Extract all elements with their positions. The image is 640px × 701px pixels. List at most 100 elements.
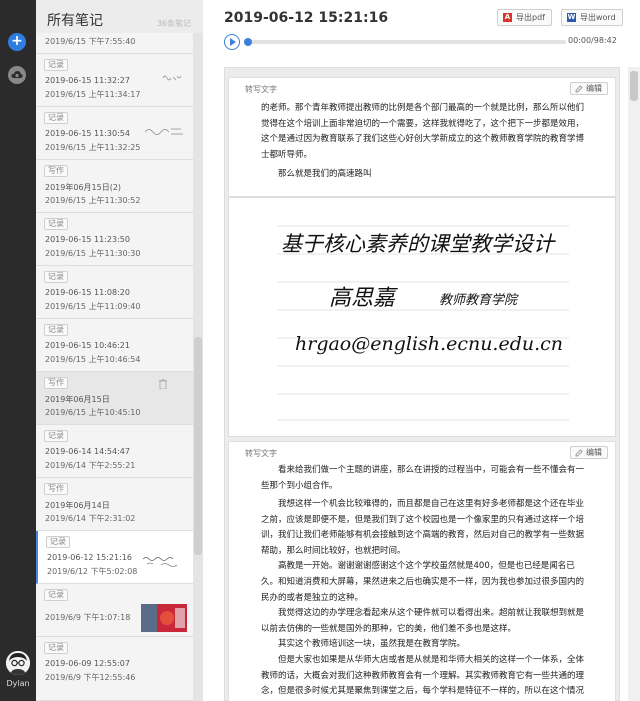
transcript-label: 转写文字 [245, 449, 277, 458]
note-type-tag: 记录 [46, 536, 70, 548]
note-modified-time: 2019/6/9 下午12:55:46 [45, 673, 136, 682]
note-modified-time: 2019/6/15 下午7:55:40 [45, 37, 136, 46]
note-type-tag: 记录 [44, 589, 68, 601]
content-scrollbar[interactable] [628, 67, 640, 701]
note-item[interactable]: 写作 2019年06月14日 2019/6/14 下午2:31:02 [36, 478, 193, 531]
note-modified-time: 2019/6/15 上午11:34:17 [45, 90, 141, 99]
transcript-card: 转写文字 编辑 看来给我们做一个主题的讲座，那么在讲授的过程当中，可能会有一些不… [228, 441, 616, 701]
export-word-label: 导出word [580, 13, 616, 22]
note-type-tag: 记录 [44, 59, 68, 71]
export-pdf-button[interactable]: A 导出pdf [497, 9, 552, 26]
note-modified-time: 2019/6/15 上午11:09:40 [45, 302, 141, 311]
content-scrollbar-thumb[interactable] [630, 71, 638, 101]
transcript-paragraph: 但是大家也如果是从华师大店或者是从就是和华师大相关的这样一个一体系，全体教师的话… [261, 655, 585, 696]
note-thumbnail [144, 128, 183, 135]
note-modified-time: 2019/6/9 下午1:07:18 [45, 613, 131, 622]
audio-time: 00:00/98:42 [568, 36, 617, 45]
note-content: 转写文字 编辑 的老师。那个青年教师提出教师的比例是各个部门最高的一个就是比例，… [224, 67, 620, 701]
note-item[interactable]: 写作 2019年06月15日(2) 2019/6/15 上午11:30:52 [36, 160, 193, 213]
note-type-tag: 记录 [44, 271, 68, 283]
note-type-tag: 写作 [44, 483, 68, 495]
note-detail: 2019-06-12 15:21:16 A 导出pdf W 导出word 00:… [203, 0, 640, 701]
note-item[interactable]: 写作 2019年06月15日 2019/6/15 上午10:45:10 [36, 372, 193, 425]
note-item[interactable]: 记录 2019-06-09 12:55:07 2019/6/9 下午12:55:… [36, 637, 193, 701]
note-item[interactable]: 记录 2019-06-15 11:32:27 2019/6/15 上午11:34… [36, 54, 193, 107]
left-rail: + Dylan [0, 0, 36, 701]
play-button[interactable] [224, 34, 240, 50]
handwriting-card: 基于核心素养的课堂教学设计 高思嘉 教师教育学院 hrgao@english.e… [228, 197, 616, 437]
word-icon: W [567, 13, 576, 22]
user-avatar[interactable] [6, 651, 30, 675]
note-thumbnail [162, 75, 182, 81]
edit-button[interactable]: 编辑 [570, 82, 608, 95]
edit-label: 编辑 [586, 84, 602, 93]
note-count: 36条笔记 [156, 19, 191, 28]
export-word-button[interactable]: W 导出word [561, 9, 623, 26]
note-item-selected[interactable]: 记录 2019-06-12 15:21:16 2019/6/12 下午5:02:… [36, 531, 193, 584]
note-title: 2019-06-15 11:32:27 [45, 76, 130, 85]
note-photo-thumbnail [141, 604, 187, 632]
audio-progress-bar[interactable] [244, 38, 566, 46]
note-list-scrollbar-thumb[interactable] [194, 337, 202, 555]
cloud-sync-icon[interactable] [8, 66, 26, 84]
note-title: 2019-06-14 14:54:47 [45, 447, 130, 456]
edit-icon [575, 449, 583, 457]
note-type-tag: 记录 [44, 430, 68, 442]
note-item[interactable]: 记录 2019-06-15 11:08:20 2019/6/15 上午11:09… [36, 266, 193, 319]
audio-progress-knob[interactable] [244, 38, 252, 46]
note-datetime: 2019-06-12 15:21:16 [224, 10, 389, 26]
note-modified-time: 2019/6/15 上午10:45:10 [45, 408, 141, 417]
edit-icon [575, 85, 583, 93]
note-list-panel: 所有笔记 36条笔记 2019/6/15 下午7:55:40 记录 2019-0… [36, 0, 203, 701]
add-note-icon[interactable]: + [8, 33, 26, 51]
handwriting-line: 教师教育学院 [439, 292, 519, 308]
transcript-paragraph: 其实这个教师培训这一块，虽然我是在教育学院。 [278, 639, 466, 649]
note-title: 2019-06-12 15:21:16 [47, 553, 132, 562]
note-title: 2019年06月14日 [45, 501, 110, 510]
note-modified-time: 2019/6/15 上午11:30:52 [45, 196, 141, 205]
transcript-paragraph: 的老师。那个青年教师提出教师的比例是各个部门最高的一个就是比例，那么所以他们觉得… [261, 103, 585, 160]
handwriting-line: 基于核心素养的课堂教学设计 [281, 232, 556, 256]
note-thumbnail [142, 557, 178, 567]
edit-label: 编辑 [586, 448, 602, 457]
note-item[interactable]: 记录 2019/6/9 下午1:07:18 [36, 584, 193, 637]
handwriting-line: hrgao@english.ecnu.edu.cn [295, 333, 563, 355]
note-type-tag: 写作 [44, 165, 68, 177]
note-title: 2019-06-15 11:23:50 [45, 235, 130, 244]
note-modified-time: 2019/6/15 上午11:32:25 [45, 143, 141, 152]
note-title: 2019-06-09 12:55:07 [45, 659, 130, 668]
list-title: 所有笔记 [47, 13, 103, 29]
note-title: 2019年06月15日(2) [45, 183, 122, 192]
transcript-paragraph: 看来给我们做一个主题的讲座，那么在讲授的过程当中，可能会有一些不懂会有一些那个到… [261, 465, 585, 491]
transcript-paragraph: 我觉得这边的办学理念看起来从这个硬件就可以看得出来。超前就让我联想到就是以前去仿… [261, 608, 585, 634]
note-item-partial[interactable]: 2019/6/15 下午7:55:40 [36, 33, 193, 54]
handwriting-canvas: 基于核心素养的课堂教学设计 高思嘉 教师教育学院 hrgao@english.e… [277, 225, 569, 421]
note-modified-time: 2019/6/12 下午5:02:08 [47, 567, 138, 576]
trash-icon[interactable] [159, 379, 167, 389]
note-modified-time: 2019/6/15 上午11:30:30 [45, 249, 141, 258]
transcript-card: 转写文字 编辑 的老师。那个青年教师提出教师的比例是各个部门最高的一个就是比例，… [228, 77, 616, 197]
note-item[interactable]: 记录 2019-06-15 11:30:54 2019/6/15 上午11:32… [36, 107, 193, 160]
handwriting-line: 高思嘉 [329, 286, 398, 311]
note-modified-time: 2019/6/14 下午2:31:02 [45, 514, 136, 523]
note-item[interactable]: 记录 2019-06-14 14:54:47 2019/6/14 下午2:55:… [36, 425, 193, 478]
note-type-tag: 写作 [44, 377, 68, 389]
transcript-paragraph: 那么就是我们的高速路叫 [278, 169, 372, 179]
note-title: 2019-06-15 11:08:20 [45, 288, 130, 297]
note-type-tag: 记录 [44, 324, 68, 336]
audio-player: 00:00/98:42 [224, 34, 619, 50]
edit-button[interactable]: 编辑 [570, 446, 608, 459]
pdf-icon: A [503, 13, 512, 22]
note-title: 2019-06-15 10:46:21 [45, 341, 130, 350]
note-modified-time: 2019/6/15 上午10:46:54 [45, 355, 141, 364]
note-modified-time: 2019/6/14 下午2:55:21 [45, 461, 136, 470]
note-title: 2019-06-15 11:30:54 [45, 129, 130, 138]
export-pdf-label: 导出pdf [516, 13, 545, 22]
transcript-label: 转写文字 [245, 85, 277, 94]
note-list-header: 所有笔记 36条笔记 [36, 0, 203, 33]
transcript-paragraph: 和知道消费和大屏幕，果然进来之后也确实是不一样，因为我也参加过很多国内的民办的或… [261, 577, 585, 603]
note-type-tag: 记录 [44, 642, 68, 654]
note-item[interactable]: 记录 2019-06-15 10:46:21 2019/6/15 上午10:46… [36, 319, 193, 372]
note-type-tag: 记录 [44, 112, 68, 124]
note-item[interactable]: 记录 2019-06-15 11:23:50 2019/6/15 上午11:30… [36, 213, 193, 266]
